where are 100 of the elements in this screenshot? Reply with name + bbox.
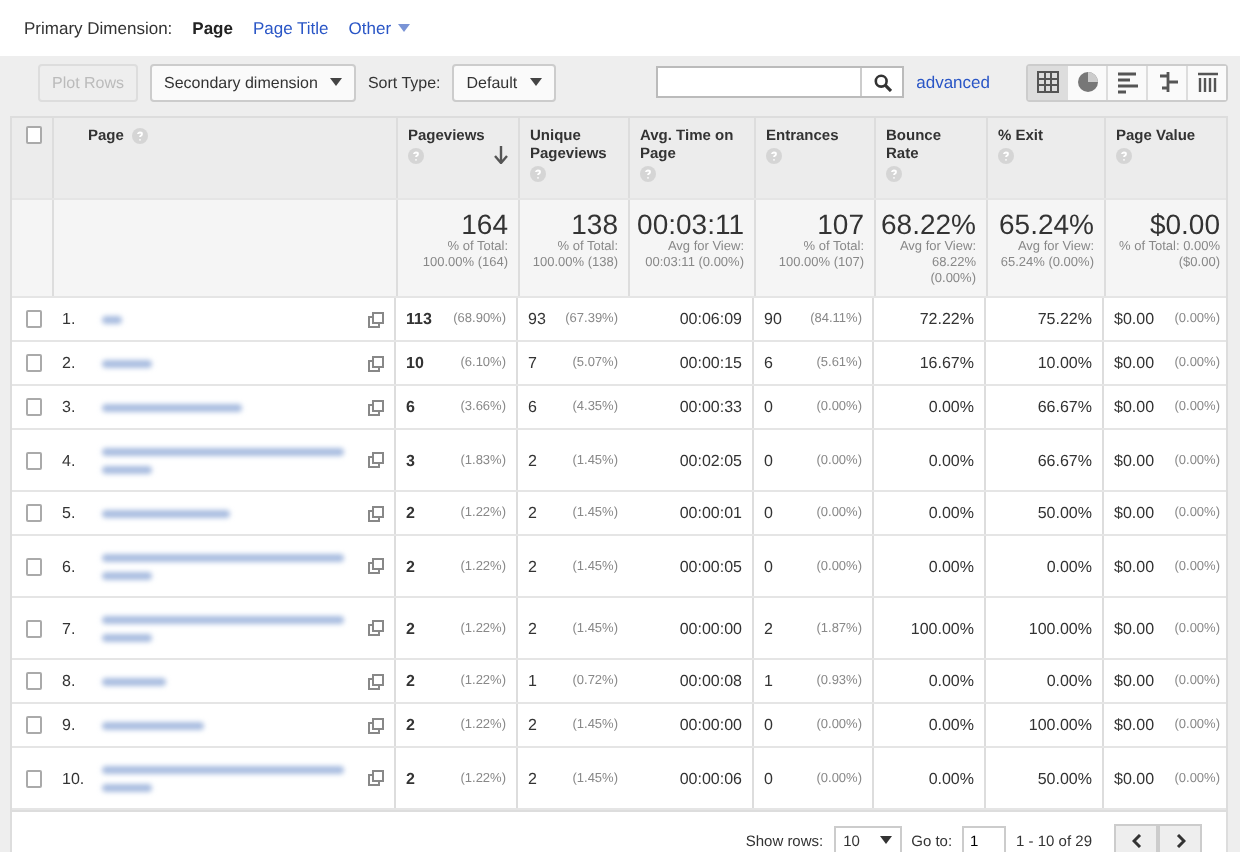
table-cell: 6 [528,398,537,416]
popout-icon[interactable] [368,505,384,521]
row-checkbox[interactable] [26,557,42,575]
table-cell: 00:02:05 [679,451,742,469]
row-checkbox[interactable] [26,504,42,522]
view-button[interactable] [1146,65,1186,99]
popout-icon[interactable] [368,355,384,371]
table-cell: 100.00% [910,619,974,637]
popout-icon[interactable] [368,770,384,786]
dimension-link[interactable]: Other [348,18,410,38]
total-value: 164 [461,208,508,240]
sort-type-dropdown[interactable]: Default [452,63,556,101]
help-icon[interactable] [530,166,546,182]
search-icon[interactable] [873,73,892,91]
previous-page-button[interactable] [1114,823,1158,852]
table-cell: $0.00 [1114,716,1155,734]
table-cell: 0 [764,504,773,522]
select-all-checkbox[interactable] [26,126,42,144]
next-page-button[interactable] [1158,823,1202,852]
table-cell: 50.00% [1037,769,1092,787]
table-cell: 00:00:15 [679,354,742,372]
caret-icon [329,78,342,86]
popout-icon[interactable] [368,311,384,327]
help-icon[interactable] [886,166,902,182]
view-button[interactable] [1066,65,1106,99]
help-icon[interactable] [408,148,424,164]
table-cell: 0 [764,716,773,734]
dimension-link[interactable]: Page Title [252,18,329,38]
chevron-right-icon [1175,833,1185,847]
help-icon[interactable] [766,148,782,164]
table-cell: 66.67% [1037,398,1092,416]
help-icon[interactable] [998,148,1014,164]
row-checkbox[interactable] [26,619,42,637]
table-cell: 7 [528,354,537,372]
table-cell: 2 [528,716,537,734]
total-value: 107 [817,208,864,240]
row-checkbox[interactable] [26,769,42,787]
table-cell: 2 [528,557,537,575]
popout-icon[interactable] [368,399,384,415]
help-icon[interactable] [131,127,148,143]
pie-view-icon [1075,70,1099,94]
row-index: 4. [62,451,78,469]
popout-icon[interactable] [368,558,384,574]
help-icon[interactable] [1116,148,1132,164]
table-cell: 2 [406,672,415,690]
table-cell: 0.00% [928,716,974,734]
view-button[interactable] [1028,65,1066,99]
table-cell: 16.67% [919,354,974,372]
table-cell: $0.00 [1114,619,1155,637]
table-cell: 2 [406,769,415,787]
table-cell: 66.67% [1037,451,1092,469]
table-cell: 2 [406,619,415,637]
help-icon[interactable] [640,166,656,182]
table-cell: $0.00 [1114,557,1155,575]
table-cell: 0 [764,557,773,575]
row-index: 2. [62,354,78,372]
popout-icon[interactable] [368,620,384,636]
row-index: 7. [62,619,78,637]
table-cell: 2 [528,504,537,522]
popout-icon[interactable] [368,673,384,689]
popout-icon[interactable] [368,452,384,468]
table-cell: 2 [406,557,415,575]
row-checkbox[interactable] [26,672,42,690]
table-cell: 00:06:09 [679,310,742,328]
table-cell: 00:00:05 [679,557,742,575]
table-cell: 0.00% [928,557,974,575]
table-cell: 100.00% [1028,619,1092,637]
advanced-link[interactable]: advanced [916,72,990,92]
table-cell: 2 [528,451,537,469]
table-cell: 6 [406,398,415,416]
popout-icon[interactable] [368,717,384,733]
view-button[interactable] [1106,65,1146,99]
row-checkbox[interactable] [26,310,42,328]
view-button[interactable] [1186,65,1226,99]
row-checkbox[interactable] [26,451,42,469]
dimension-link[interactable]: Page [192,18,233,38]
search-field[interactable] [656,66,905,98]
row-checkbox[interactable] [26,398,42,416]
row-index: 6. [62,557,78,575]
row-checkbox[interactable] [26,354,42,372]
table-cell: 00:00:00 [679,716,742,734]
row-index: 9. [62,716,78,734]
table-cell: 0 [764,451,773,469]
table-cell: 2 [406,716,415,734]
compare-view-icon [1155,70,1179,94]
row-checkbox[interactable] [26,716,42,734]
table-cell: 100.00% [1028,716,1092,734]
pivot-view-icon [1195,70,1219,94]
chevron-left-icon [1131,833,1141,847]
caret-icon [879,836,892,844]
table-cell: 113 [406,310,432,328]
row-index: 5. [62,504,78,522]
table-cell: 0.00% [928,451,974,469]
table-cell: 0.00% [1046,672,1092,690]
table-cell: 0.00% [928,769,974,787]
sort-arrow-icon[interactable] [494,146,508,164]
table-cell: 75.22% [1037,310,1092,328]
table-cell: 2 [764,619,773,637]
table-view-icon [1035,70,1059,94]
secondary-dimension-dropdown[interactable]: Secondary dimension [150,63,356,101]
